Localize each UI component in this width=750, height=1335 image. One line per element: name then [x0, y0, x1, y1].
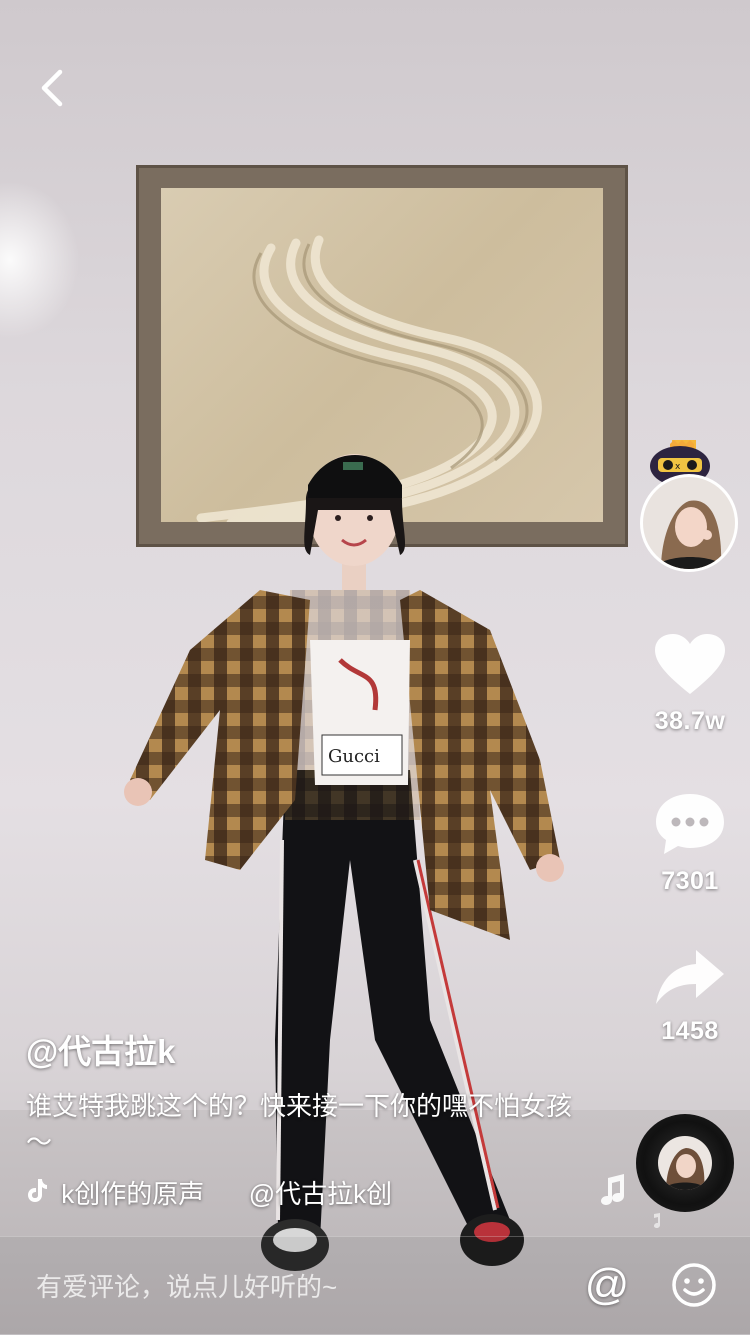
dancer-figure: Gucci	[124, 454, 564, 1271]
comment-button[interactable]: 7301	[640, 790, 740, 896]
floating-music-note-small-icon	[654, 1213, 660, 1228]
video-description: 谁艾特我跳这个的？快来接一下你的嘿不怕女孩～	[26, 1091, 573, 1157]
video-caption: @代古拉k 谁艾特我跳这个的？快来接一下你的嘿不怕女孩～	[26, 1030, 586, 1160]
back-button[interactable]	[32, 64, 76, 112]
like-button[interactable]: 38.7w	[640, 632, 740, 736]
tiktok-note-icon	[26, 1174, 54, 1212]
mention-button[interactable]: @	[582, 1257, 632, 1313]
emoji-icon[interactable]	[670, 1261, 718, 1309]
author-handle[interactable]: @代古拉k	[26, 1030, 586, 1074]
share-arrow-icon	[656, 950, 724, 1004]
author-avatar-icon	[643, 477, 735, 569]
share-button[interactable]: 1458	[640, 946, 740, 1046]
comment-bubble-icon	[656, 794, 724, 854]
wall-light	[0, 180, 80, 340]
comment-bar: @	[0, 1236, 750, 1335]
music-artist: @代古拉k创	[248, 1179, 393, 1210]
share-count: 1458	[661, 1017, 719, 1045]
like-count: 38.7w	[654, 707, 726, 735]
heart-icon	[655, 634, 725, 694]
chevron-left-icon	[41, 69, 63, 107]
author-avatar[interactable]	[640, 474, 738, 572]
comment-count: 7301	[661, 867, 719, 895]
music-title: k创作的原声	[61, 1179, 205, 1210]
music-cover-icon	[658, 1136, 712, 1190]
music-disc-button[interactable]	[636, 1114, 734, 1212]
floating-music-note-icon	[601, 1174, 624, 1205]
comment-input[interactable]	[34, 1261, 558, 1313]
svg-text:Gucci: Gucci	[328, 746, 380, 767]
svg-text:x: x	[675, 462, 681, 472]
music-info[interactable]: k创作的原声 @代古拉k创	[26, 1172, 416, 1212]
